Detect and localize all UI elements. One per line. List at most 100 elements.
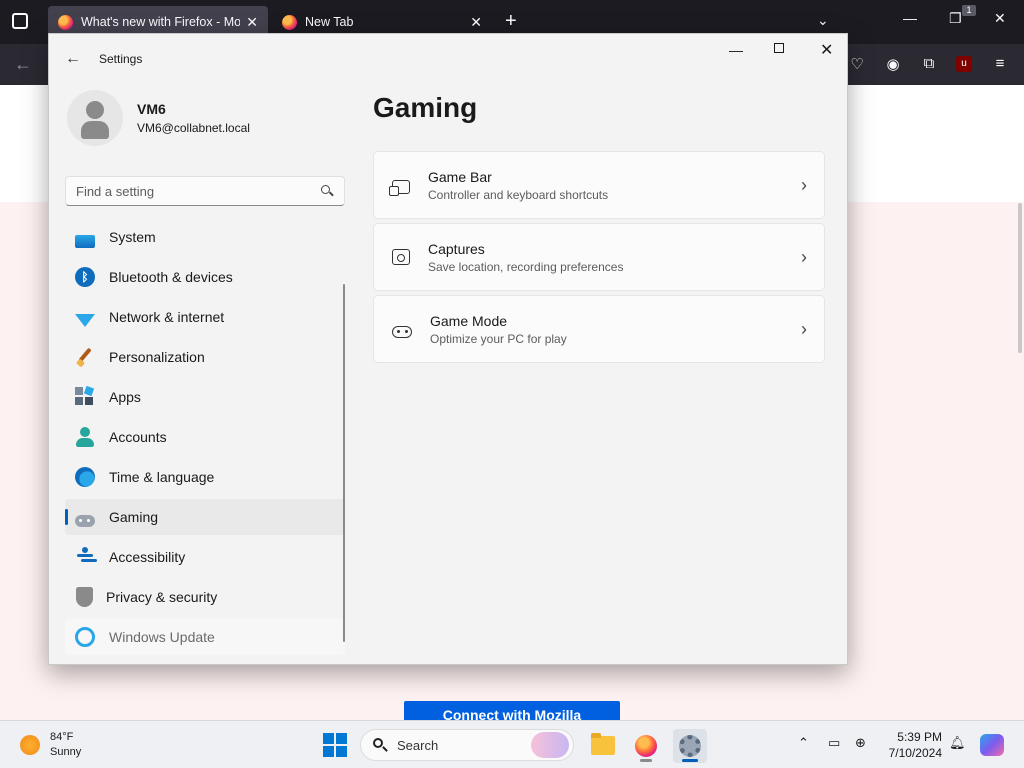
tab-title: What's new with Firefox - More [81,15,241,29]
card-subtitle: Optimize your PC for play [430,331,567,346]
card-title: Game Bar [428,168,492,185]
account-icon [75,427,95,447]
accessibility-icon [75,547,95,567]
weather-temp: 84°F [50,731,74,743]
gamepad-icon [75,515,95,527]
ublock-icon[interactable]: u [956,56,972,72]
tab-close-icon[interactable]: ✕ [246,14,258,31]
display-icon[interactable]: ▭ [828,735,840,751]
nav-scrollbar[interactable] [343,284,345,642]
browser-close-icon[interactable]: ✕ [994,10,1006,27]
card-subtitle: Save location, recording preferences [428,259,624,274]
globe-clock-icon [75,467,95,487]
card-captures[interactable]: Captures Save location, recording prefer… [373,223,825,291]
sidebar-item-label: System [109,229,156,245]
sidebar-item-label: Time & language [109,469,215,485]
system-icon [75,234,95,248]
maximize-icon[interactable] [774,43,784,53]
pocket-icon[interactable]: ♡ [848,55,866,73]
sidebar-item-label: Network & internet [109,309,225,325]
sidebar-item-privacy[interactable]: Privacy & security [65,579,345,615]
firefox-favicon-icon [58,14,73,30]
sidebar-item-apps[interactable]: Apps [65,379,345,415]
sidebar-item-accessibility[interactable]: Accessibility [65,539,345,575]
chevron-right-icon: › [801,174,807,195]
tab-close-icon[interactable]: ✕ [470,14,482,31]
firefox-icon [635,735,657,757]
settings-window: ← Settings — ✕ VM6 VM6@collabnet.local S… [48,33,848,665]
back-arrow-icon[interactable]: ← [65,50,81,68]
minimize-icon[interactable]: — [729,42,743,58]
search-icon[interactable] [320,184,334,198]
user-name: VM6 [137,101,166,117]
sidebar-item-network[interactable]: Network & internet [65,299,345,335]
page-title: Gaming [373,92,478,123]
weather-condition: Sunny [50,746,82,758]
sidebar-item-label: Accessibility [109,549,186,565]
search-input[interactable] [66,183,320,199]
capture-icon [392,249,410,265]
back-arrow-icon[interactable]: ← [14,54,32,75]
network-status-icon[interactable]: ⊕ [855,735,866,751]
sidebar-item-time-language[interactable]: Time & language [65,459,345,495]
sidebar-item-label: Gaming [109,509,159,525]
account-icon[interactable]: ◉ [884,55,902,73]
firefox-taskbar-button[interactable] [629,729,663,763]
page-scrollbar[interactable] [1018,203,1022,353]
sidebar-item-personalization[interactable]: Personalization [65,339,345,375]
menu-hamburger-icon[interactable]: ≡ [991,55,1009,73]
gaming-cards: Game Bar Controller and keyboard shortcu… [373,151,825,367]
bluetooth-icon: ᛒ [75,267,95,287]
game-bar-icon [389,180,410,196]
close-icon[interactable]: ✕ [820,40,833,60]
search-highlight-image [531,732,569,758]
browser-minimize-icon[interactable]: — [903,10,917,26]
network-icon [75,313,95,327]
settings-taskbar-button[interactable] [673,729,707,763]
show-hidden-icons-chevron-up-icon[interactable]: ⌃ [798,735,809,751]
avatar [67,90,123,146]
start-windows-icon[interactable] [323,733,347,757]
sidebar-item-label: Accounts [109,429,167,445]
connect-with-mozilla-button[interactable]: Connect with Mozilla [404,701,620,720]
sidebar-item-label: Privacy & security [106,589,218,605]
sidebar-item-system[interactable]: System [65,219,345,255]
sidebar-item-bluetooth[interactable]: ᛒ Bluetooth & devices [65,259,345,295]
brush-icon [75,347,95,367]
copilot-icon[interactable] [980,734,1004,756]
folder-icon [591,733,615,755]
chevron-right-icon: › [801,318,807,339]
user-email: VM6@collabnet.local [137,121,250,135]
controller-icon [392,326,412,338]
card-title: Game Mode [430,312,508,329]
weather-widget[interactable]: 84°F Sunny [20,730,81,760]
settings-nav: System ᛒ Bluetooth & devices Network & i… [65,219,345,659]
user-profile[interactable]: VM6 VM6@collabnet.local [67,90,250,146]
sidebar-item-label: Personalization [109,349,205,365]
shield-icon [76,587,93,607]
clock[interactable]: 5:39 PM 7/10/2024 [878,729,942,761]
window-title: Settings [99,52,143,66]
sidebar-item-gaming[interactable]: Gaming [65,499,345,535]
browser-restore-icon[interactable]: ❐ [949,10,962,27]
card-game-bar[interactable]: Game Bar Controller and keyboard shortcu… [373,151,825,219]
firefox-favicon-icon [282,14,297,30]
extensions-puzzle-icon[interactable]: ⧉ [920,55,938,73]
firefox-view-icon[interactable] [12,13,28,29]
card-title: Captures [428,240,485,257]
find-setting-box [65,176,345,206]
file-explorer-button[interactable] [586,729,620,763]
gear-icon [679,735,701,757]
notification-bell-icon[interactable]: 🔔︎ [949,735,966,751]
new-tab-button[interactable]: + [505,10,517,32]
sidebar-item-accounts[interactable]: Accounts [65,419,345,455]
taskbar-search[interactable]: Search [360,729,574,761]
sidebar-item-windows-update[interactable]: Windows Update [65,619,345,655]
card-game-mode[interactable]: Game Mode Optimize your PC for play › [373,295,825,363]
list-all-tabs-chevron-down-icon[interactable]: ⌄ [817,12,829,29]
sidebar-item-label: Windows Update [109,629,215,645]
sun-icon [20,735,40,755]
taskbar-search-label: Search [397,737,439,753]
ublock-badge: 1 [962,5,976,16]
sidebar-item-label: Apps [109,389,141,405]
